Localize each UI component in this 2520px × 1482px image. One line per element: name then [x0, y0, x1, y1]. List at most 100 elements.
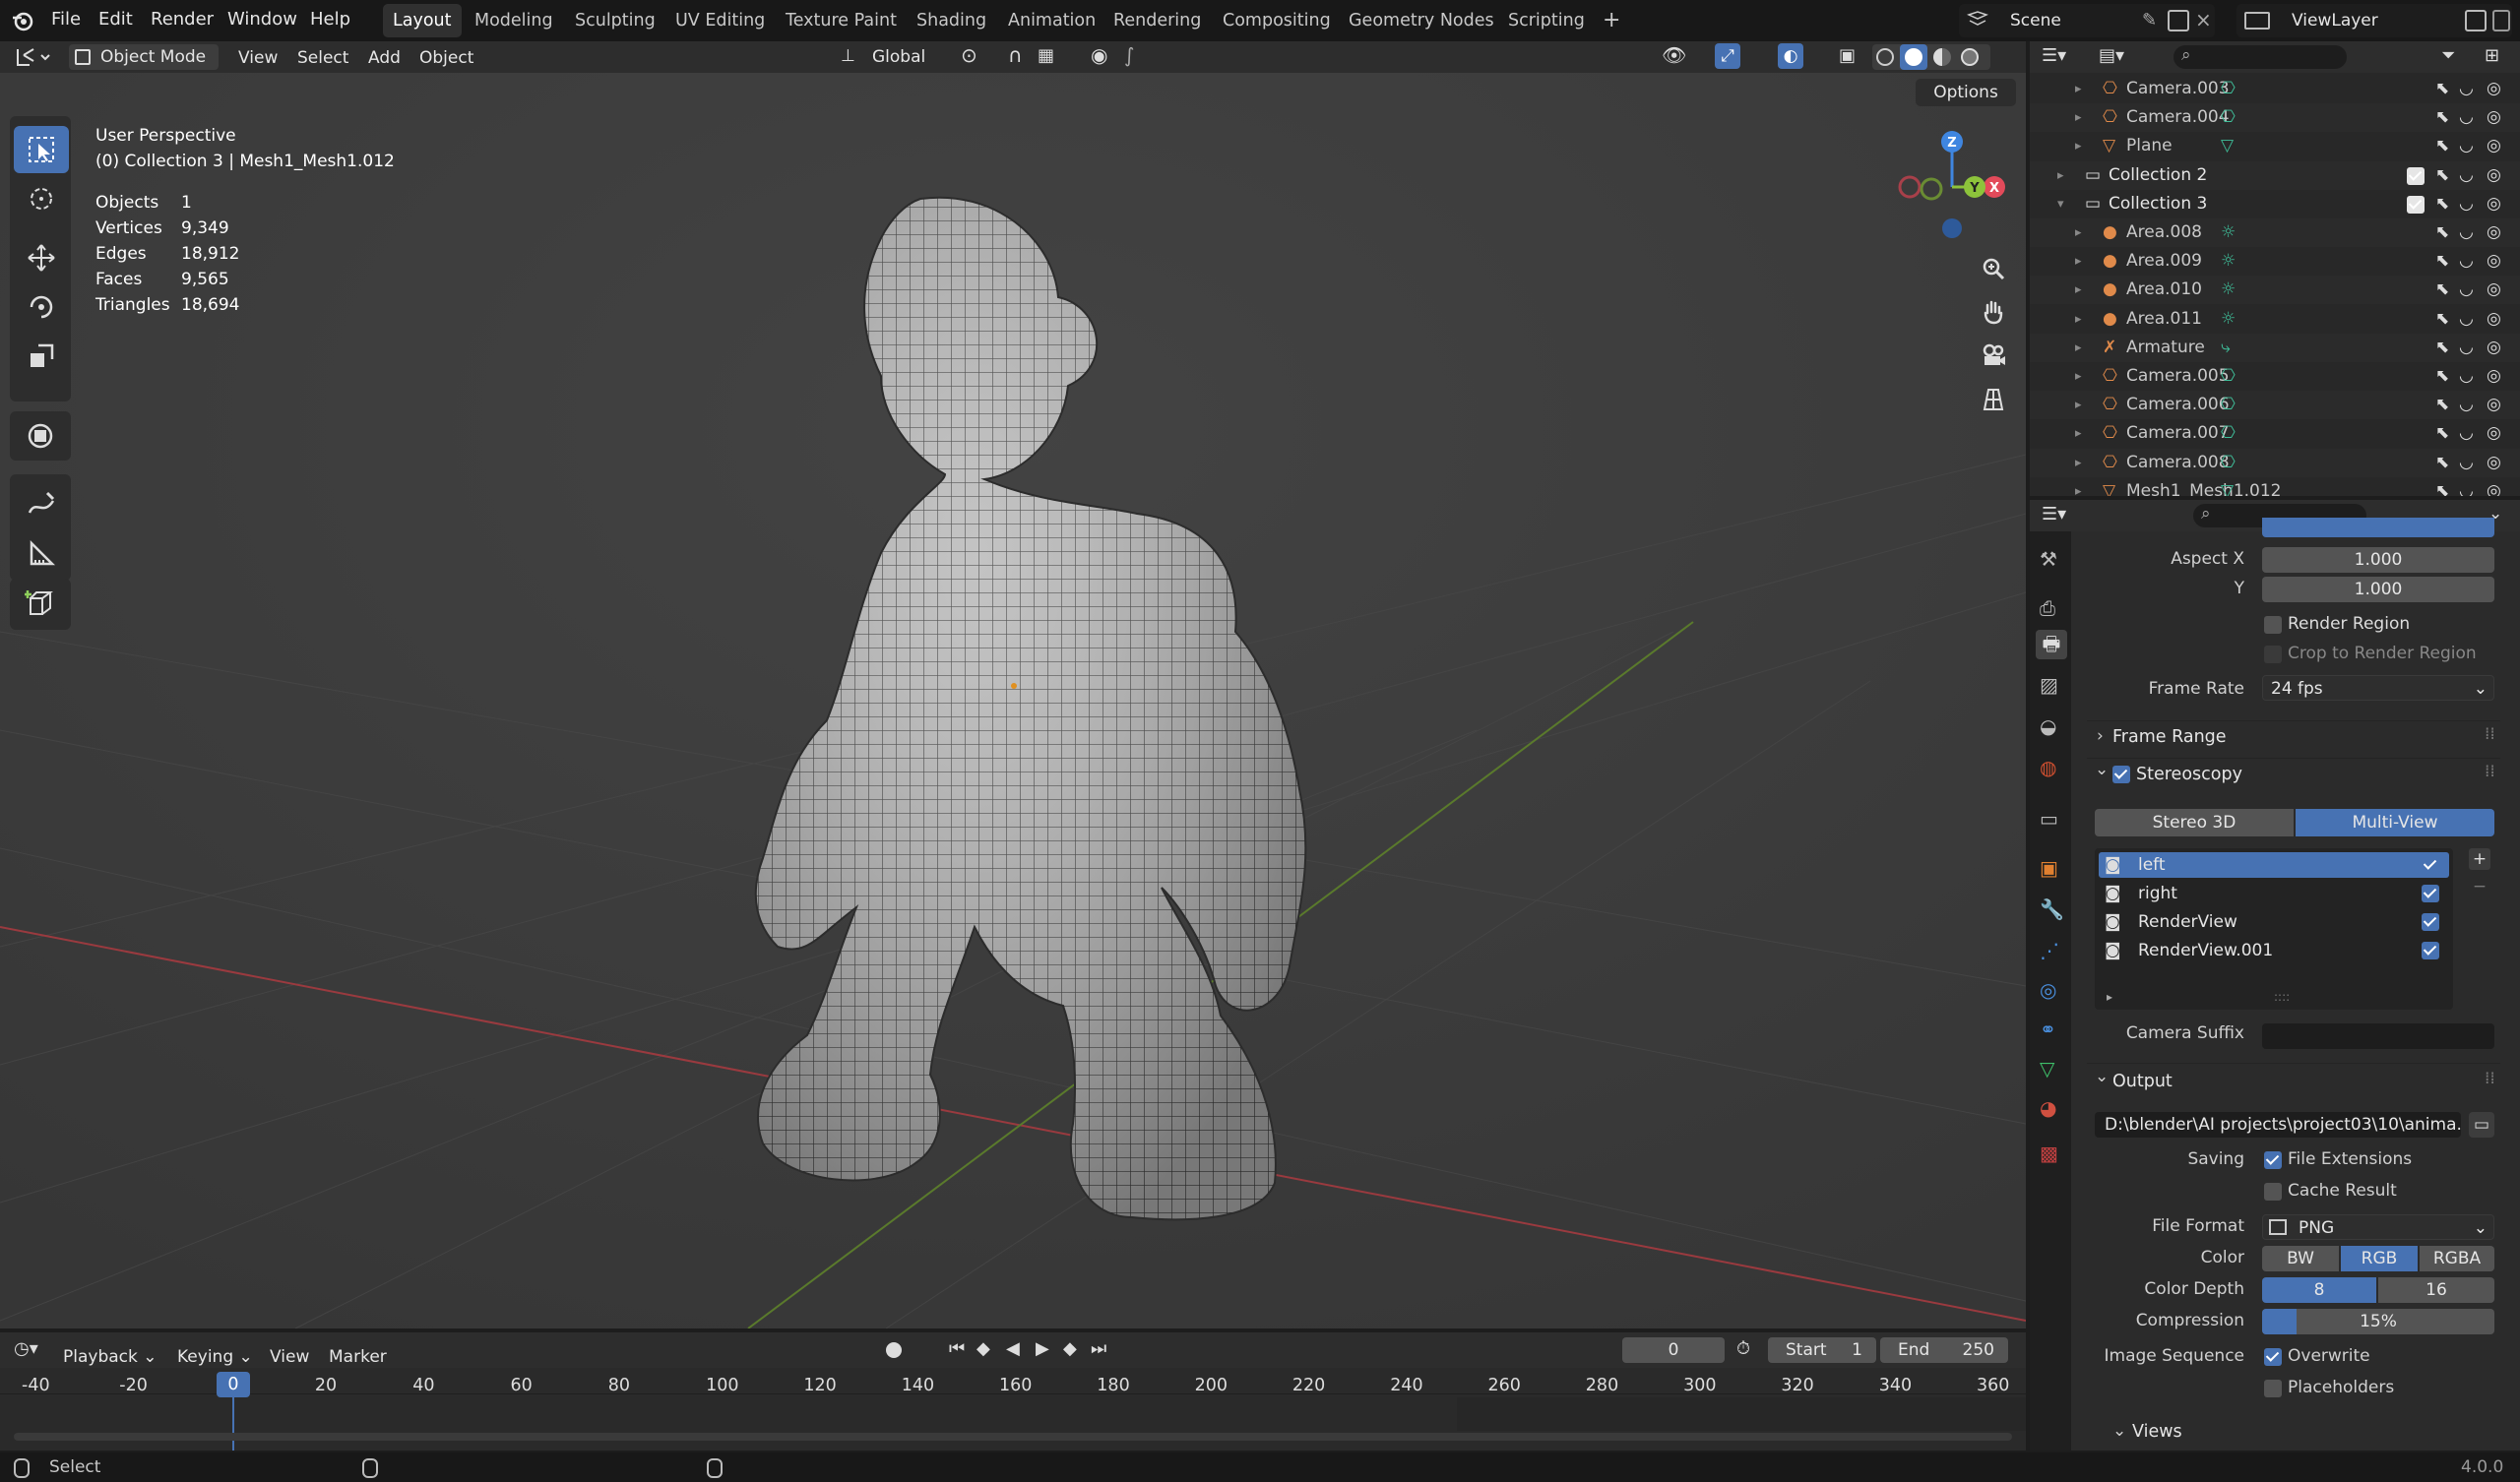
select-box-tool[interactable]: [14, 126, 69, 173]
view-enabled-checkbox[interactable]: [2422, 942, 2439, 959]
select-arrow-icon[interactable]: ⬉: [2435, 362, 2449, 391]
jump-start-icon[interactable]: ⏮: [949, 1338, 965, 1359]
color-depth-8-button[interactable]: 8: [2262, 1277, 2376, 1303]
chevron-right-icon[interactable]: ›: [2097, 726, 2104, 746]
chevron-down-icon[interactable]: ⌄: [2112, 1421, 2126, 1441]
visibility-eye-icon[interactable]: ◡: [2459, 276, 2474, 304]
render-tab-icon[interactable]: ⎙: [2040, 596, 2055, 620]
render-camera-icon[interactable]: ◎: [2487, 305, 2501, 334]
visibility-eye-icon[interactable]: 👁: [1662, 43, 1686, 67]
select-arrow-icon[interactable]: ⬉: [2435, 305, 2449, 334]
scene-name[interactable]: Scene: [2010, 4, 2061, 37]
list-resize-handle[interactable]: ::::: [2274, 990, 2290, 1004]
texture-tab-icon[interactable]: ▩: [2040, 1142, 2058, 1165]
tool-tab-icon[interactable]: ⚒: [2040, 547, 2057, 571]
select-arrow-icon[interactable]: ⬉: [2435, 276, 2449, 304]
jump-end-icon[interactable]: ⏭: [1091, 1338, 1106, 1359]
wireframe-shading-icon[interactable]: [1876, 48, 1894, 66]
stereoscopy-section[interactable]: Stereoscopy: [2136, 760, 2242, 789]
gizmo-toggle-icon[interactable]: ⤢: [1715, 43, 1740, 69]
proportional-edit-icon[interactable]: ◉: [1091, 43, 1107, 67]
falloff-curve-icon[interactable]: ∫: [1124, 43, 1134, 67]
stereoscopy-checkbox[interactable]: [2112, 766, 2130, 783]
menu-help[interactable]: Help: [310, 0, 350, 41]
modifier-tab-icon[interactable]: 🔧: [2040, 897, 2064, 921]
measure-tool[interactable]: [14, 529, 69, 577]
outliner-row[interactable]: ▸ ● Area.011 ☼ ⬉ ◡ ◎: [2030, 305, 2520, 334]
render-camera-icon[interactable]: ◎: [2487, 132, 2501, 160]
visibility-eye-icon[interactable]: ◡: [2459, 103, 2474, 132]
pin-icon[interactable]: ✎: [2142, 10, 2157, 31]
object-data-icon[interactable]: ⎔: [2221, 75, 2236, 103]
expand-toggle-icon[interactable]: ▸: [2075, 75, 2082, 103]
3d-viewport[interactable]: User Perspective (0) Collection 3 | Mesh…: [0, 41, 2026, 1328]
view-list-item[interactable]: ◙ left: [2099, 852, 2449, 878]
drag-handle-icon[interactable]: ⁞⁞: [2485, 1069, 2495, 1088]
tab-animation[interactable]: Animation: [998, 4, 1105, 37]
visibility-eye-icon[interactable]: ◡: [2459, 362, 2474, 391]
stereo-3d-button[interactable]: Stereo 3D: [2095, 809, 2294, 836]
render-camera-icon[interactable]: ◎: [2487, 75, 2501, 103]
tab-sculpting[interactable]: Sculpting: [565, 4, 665, 37]
navigation-gizmo[interactable]: Z X Y: [1888, 120, 2016, 238]
crop-region-checkbox[interactable]: [2264, 646, 2282, 663]
object-data-icon[interactable]: ⎔: [2221, 419, 2236, 448]
material-shading-icon[interactable]: [1933, 48, 1951, 66]
transform-orientation-selector[interactable]: ⊥ Global: [837, 44, 949, 70]
select-arrow-icon[interactable]: ⬉: [2435, 477, 2449, 496]
scale-tool[interactable]: [14, 333, 69, 380]
blender-logo-icon[interactable]: [12, 10, 33, 31]
outliner-search-input[interactable]: ⌕: [2174, 45, 2347, 69]
menu-object[interactable]: Object: [419, 45, 473, 71]
particles-tab-icon[interactable]: ⋰: [2040, 939, 2059, 962]
chevron-down-icon[interactable]: ⌄: [2095, 760, 2109, 779]
new-scene-icon[interactable]: [2168, 10, 2189, 31]
transform-tool[interactable]: [10, 411, 71, 461]
snap-grid-icon[interactable]: ▦: [1038, 45, 1054, 66]
new-collection-icon[interactable]: ⊞: [2485, 45, 2499, 66]
drag-handle-icon[interactable]: ⁞⁞: [2485, 762, 2495, 781]
view-layer-name[interactable]: ViewLayer: [2292, 4, 2378, 37]
material-tab-icon[interactable]: ◕: [2040, 1096, 2056, 1120]
solid-shading-button[interactable]: [1900, 44, 1927, 70]
rotate-tool[interactable]: [14, 283, 69, 331]
view-layer-tab-icon[interactable]: ▨: [2040, 673, 2058, 697]
visibility-eye-icon[interactable]: ◡: [2459, 247, 2474, 276]
remove-view-button[interactable]: −: [2469, 876, 2490, 897]
move-tool[interactable]: [14, 234, 69, 281]
scene-tab-icon[interactable]: ◒: [2040, 714, 2056, 738]
physics-tab-icon[interactable]: ◎: [2040, 978, 2056, 1002]
render-camera-icon[interactable]: ◎: [2487, 334, 2501, 362]
output-section[interactable]: Output: [2112, 1067, 2173, 1096]
menu-file[interactable]: File: [51, 0, 81, 41]
menu-view[interactable]: View: [238, 45, 278, 71]
expand-toggle-icon[interactable]: ▸: [2057, 161, 2064, 190]
render-camera-icon[interactable]: ◎: [2487, 391, 2501, 419]
tab-layout[interactable]: Layout: [383, 4, 462, 37]
xray-toggle-icon[interactable]: ▣: [1839, 45, 1856, 66]
select-arrow-icon[interactable]: ⬉: [2435, 161, 2449, 190]
select-arrow-icon[interactable]: ⬉: [2435, 75, 2449, 103]
outliner-row[interactable]: ▸ ✗ Armature ⤷ ⬉ ◡ ◎: [2030, 333, 2520, 362]
record-icon[interactable]: [886, 1342, 902, 1358]
outliner-row[interactable]: ▸ ● Area.009 ☼ ⬉ ◡ ◎: [2030, 247, 2520, 276]
expand-toggle-icon[interactable]: ▸: [2075, 334, 2082, 362]
current-frame-field[interactable]: 0: [1622, 1337, 1725, 1363]
next-keyframe-icon[interactable]: ◆: [1063, 1338, 1077, 1359]
color-rgba-button[interactable]: RGBA: [2420, 1246, 2494, 1271]
select-arrow-icon[interactable]: ⬉: [2435, 449, 2449, 477]
object-data-icon[interactable]: ☼: [2221, 305, 2236, 334]
camera-view-icon[interactable]: [1975, 337, 2012, 374]
visibility-eye-icon[interactable]: ◡: [2459, 305, 2474, 334]
outliner-item-label[interactable]: Armature: [2126, 334, 2205, 362]
start-frame-field[interactable]: Start 1: [1768, 1337, 1876, 1363]
output-tab-icon[interactable]: 🖶: [2036, 630, 2067, 659]
outliner-row[interactable]: ▸ ⎔ Camera.005 ⎔ ⬉ ◡ ◎: [2030, 362, 2520, 391]
compression-slider[interactable]: 15%: [2262, 1309, 2494, 1334]
outliner-row[interactable]: ▸ ⎔ Camera.004 ⎔ ⬉ ◡ ◎: [2030, 103, 2520, 133]
timeline-editor-icon[interactable]: ◷▾: [14, 1338, 38, 1359]
file-format-dropdown[interactable]: PNG ⌄: [2262, 1214, 2494, 1240]
tab-rendering[interactable]: Rendering: [1103, 4, 1211, 37]
render-camera-icon[interactable]: ◎: [2487, 190, 2501, 218]
tab-texture-paint[interactable]: Texture Paint: [776, 4, 907, 37]
